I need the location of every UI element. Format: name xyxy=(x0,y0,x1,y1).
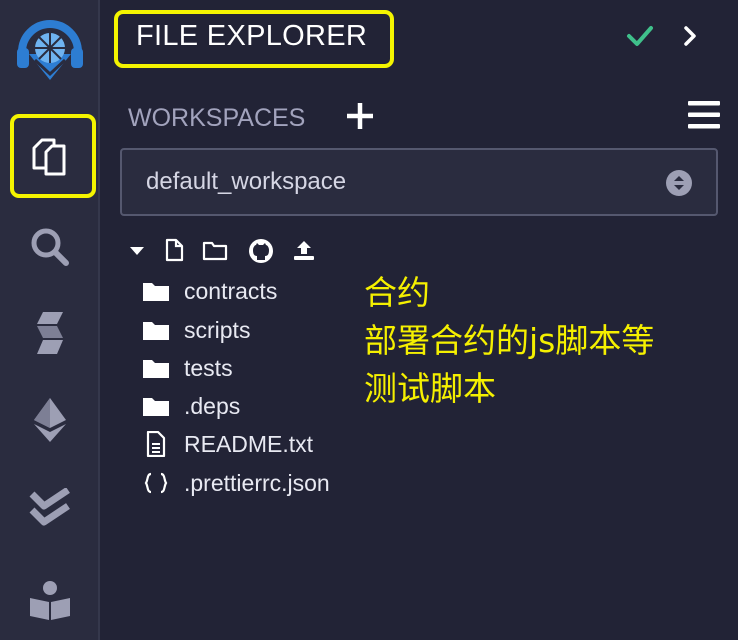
annotation-line: 合约 xyxy=(364,273,430,312)
sidebar-item-testing[interactable] xyxy=(0,488,100,528)
tree-item-tests[interactable]: tests xyxy=(142,353,233,383)
sidebar-item-solidity-compiler[interactable] xyxy=(0,310,100,356)
folder-icon xyxy=(142,280,172,302)
github-button[interactable] xyxy=(248,238,274,269)
tree-item-label: .deps xyxy=(184,392,241,419)
workspace-select-value: default_workspace xyxy=(146,168,347,195)
tree-item-readme[interactable]: README.txt xyxy=(142,429,313,459)
remix-logo-icon[interactable] xyxy=(0,14,100,92)
upload-button[interactable] xyxy=(292,238,316,267)
tree-item-contracts[interactable]: contracts xyxy=(142,276,277,306)
caret-down-icon xyxy=(130,247,144,255)
sidebar-item-deploy-run[interactable] xyxy=(0,396,100,444)
panel-title: FILE EXPLORER xyxy=(136,20,368,52)
solidity-icon xyxy=(37,312,63,354)
tree-item-deps[interactable]: .deps xyxy=(142,391,240,421)
sidebar-item-learn[interactable] xyxy=(0,580,100,622)
workspace-select[interactable]: default_workspace xyxy=(120,148,718,216)
folder-icon xyxy=(142,357,172,379)
select-arrows-icon xyxy=(666,170,692,201)
tree-item-label: .prettierrc.json xyxy=(184,469,330,496)
ethereum-icon xyxy=(34,398,66,442)
check-icon xyxy=(626,24,654,53)
collapse-tree-button[interactable] xyxy=(128,238,146,267)
file-explorer-panel: FILE EXPLORER WORKSPACES default_workspa… xyxy=(102,0,738,640)
folder-icon xyxy=(142,319,172,341)
search-icon xyxy=(31,228,69,266)
annotation-line: 测试脚本 xyxy=(364,369,496,408)
sidebar-item-search[interactable] xyxy=(0,226,100,268)
json-file-icon xyxy=(142,472,172,494)
reader-icon xyxy=(30,581,70,620)
hamburger-icon xyxy=(688,101,720,129)
icon-panel xyxy=(0,0,100,640)
folder-icon xyxy=(142,395,172,417)
workspaces-label: WORKSPACES xyxy=(128,104,306,132)
new-folder-button[interactable] xyxy=(202,238,228,267)
chevron-right-icon[interactable] xyxy=(682,24,698,53)
tree-item-label: contracts xyxy=(184,277,278,304)
text-file-icon xyxy=(142,431,172,457)
upload-icon xyxy=(294,241,314,260)
new-file-icon xyxy=(165,238,184,262)
double-check-icon xyxy=(29,488,70,526)
tree-item-label: README.txt xyxy=(184,430,314,457)
tree-item-label: tests xyxy=(184,354,233,381)
github-icon xyxy=(249,239,273,263)
tree-item-scripts[interactable]: scripts xyxy=(142,315,250,345)
annotation-line: 部署合约的js脚本等 xyxy=(364,321,655,360)
new-file-button[interactable] xyxy=(164,238,184,267)
new-folder-icon xyxy=(202,241,228,261)
plus-icon xyxy=(347,103,373,129)
file-explorer-highlight xyxy=(10,114,96,198)
tree-item-label: scripts xyxy=(184,316,251,343)
add-workspace-button[interactable] xyxy=(344,100,376,137)
tree-item-prettierrc[interactable]: .prettierrc.json xyxy=(142,468,330,498)
workspace-menu-button[interactable] xyxy=(688,100,720,135)
